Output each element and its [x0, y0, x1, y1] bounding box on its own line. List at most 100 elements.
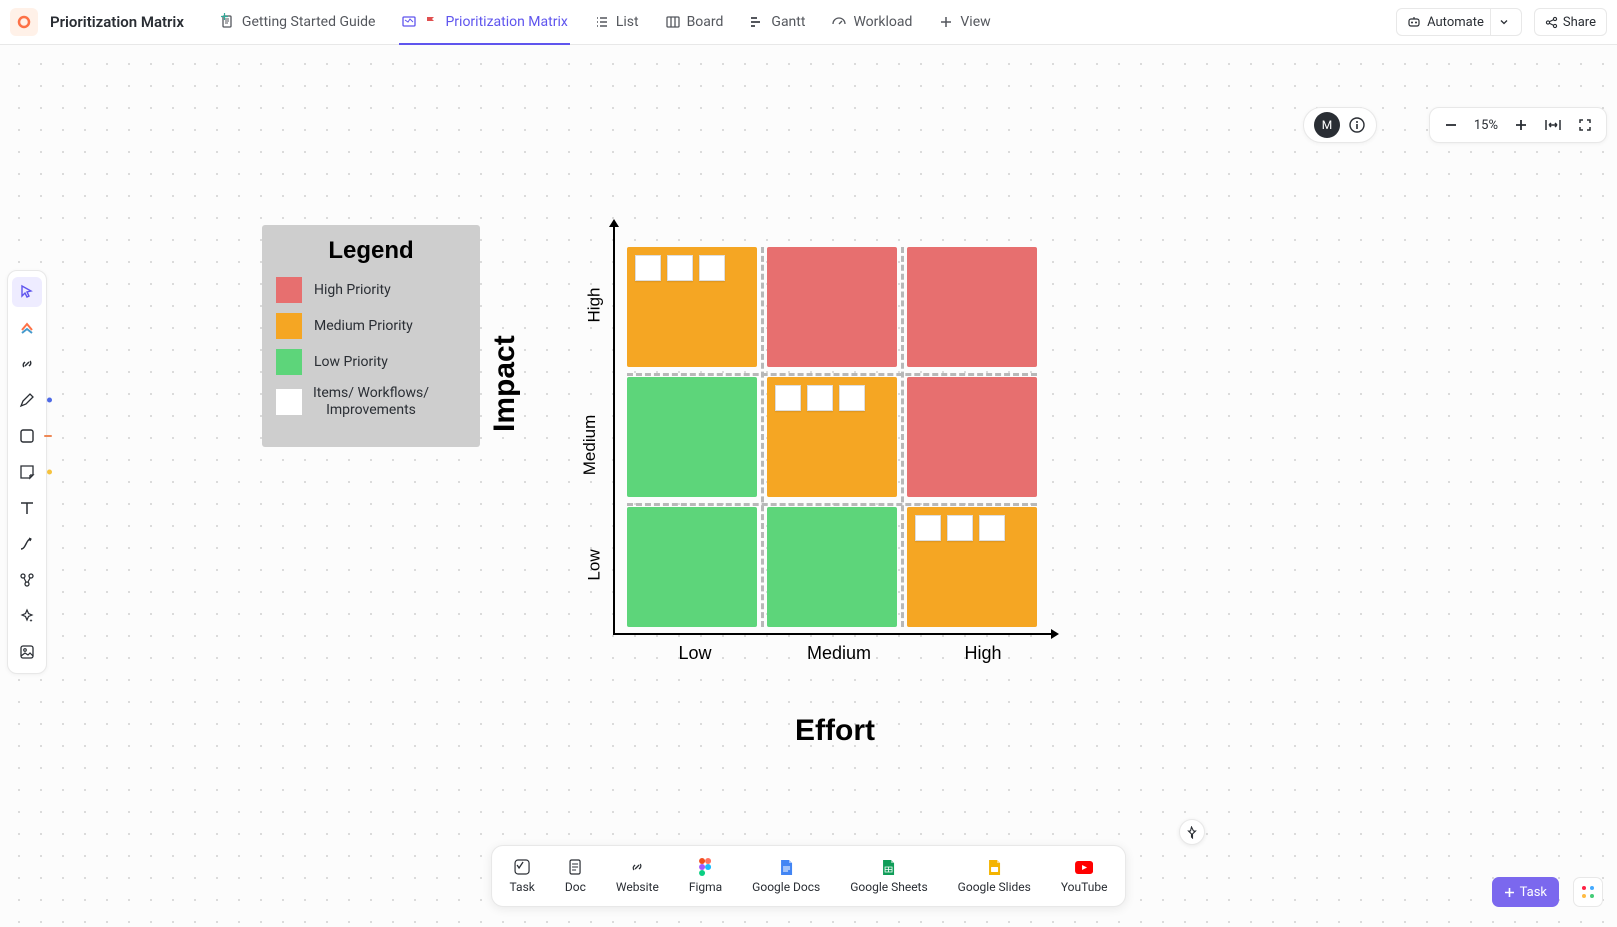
cell-high-low[interactable] [627, 247, 757, 367]
dock-label: Figma [689, 880, 722, 894]
y-axis-title: Impact [488, 335, 522, 432]
chevron-down-icon[interactable] [1490, 9, 1517, 35]
x-axis-title: Effort [615, 714, 1055, 748]
legend-row-low: Low Priority [276, 349, 466, 375]
x-axis-line [613, 633, 1053, 635]
dock-doc[interactable]: Doc [565, 858, 586, 894]
new-task-button[interactable]: Task [1492, 877, 1559, 907]
legend-card[interactable]: Legend High Priority Medium Priority Low… [262, 225, 480, 447]
tool-image[interactable] [12, 637, 42, 667]
matrix-item[interactable] [635, 255, 661, 281]
info-icon[interactable] [1348, 116, 1366, 134]
x-labels: Low Medium High [623, 643, 1055, 664]
bottom-dock: Task Doc Website Figma Google Docs Googl… [491, 845, 1127, 907]
tab-board[interactable]: Board [653, 0, 736, 45]
dock-youtube[interactable]: YouTube [1061, 858, 1108, 894]
tab-prioritization-matrix[interactable]: Prioritization Matrix [389, 0, 579, 45]
matrix-item[interactable] [667, 255, 693, 281]
automate-button[interactable]: Automate [1396, 8, 1522, 36]
figma-icon [697, 858, 715, 876]
automate-label: Automate [1427, 15, 1484, 30]
cell-low-medium[interactable] [767, 507, 897, 627]
cell-high-medium[interactable] [767, 247, 897, 367]
gdocs-icon [777, 858, 795, 876]
legend-label: Medium Priority [314, 318, 413, 334]
fullscreen-button[interactable] [1570, 110, 1600, 140]
view-tabs: Getting Started Guide Prioritization Mat… [208, 0, 1003, 45]
tab-getting-started[interactable]: Getting Started Guide [208, 0, 388, 45]
avatar[interactable]: M [1314, 112, 1340, 138]
cell-medium-medium[interactable] [767, 377, 897, 497]
youtube-icon [1075, 858, 1093, 876]
tool-link[interactable] [12, 349, 42, 379]
tab-gantt[interactable]: Gantt [737, 0, 817, 45]
matrix-item[interactable] [947, 515, 973, 541]
link-icon [628, 858, 646, 876]
share-button[interactable]: Share [1534, 8, 1607, 36]
dock-label: Google Docs [752, 880, 820, 894]
dock-label: Google Sheets [850, 880, 927, 894]
x-label-low: Low [623, 643, 767, 664]
cell-medium-high[interactable] [907, 377, 1037, 497]
legend-row-items: Items/ Workflows/ Improvements [276, 385, 466, 419]
whiteboard-canvas[interactable]: M 15% Legend High Priority Medium Priori… [0, 45, 1617, 927]
x-label-medium: Medium [767, 643, 911, 664]
tab-workload[interactable]: Workload [819, 0, 924, 45]
cell-low-high[interactable] [907, 507, 1037, 627]
legend-row-medium: Medium Priority [276, 313, 466, 339]
zoom-in-button[interactable] [1506, 110, 1536, 140]
tab-list[interactable]: List [582, 0, 651, 45]
pin-dock-button[interactable] [1179, 819, 1205, 845]
app-logo [10, 8, 38, 36]
gslides-icon [985, 858, 1003, 876]
tool-diagram[interactable] [12, 565, 42, 595]
cell-low-low[interactable] [627, 507, 757, 627]
tab-add-view[interactable]: View [926, 0, 1002, 45]
left-toolbar [7, 270, 47, 674]
tab-label: List [616, 14, 639, 30]
tool-connector[interactable] [12, 529, 42, 559]
zoom-out-button[interactable] [1436, 110, 1466, 140]
cell-medium-low[interactable] [627, 377, 757, 497]
dock-gslides[interactable]: Google Slides [958, 858, 1031, 894]
apps-button[interactable] [1573, 877, 1603, 907]
tool-pen[interactable] [12, 385, 42, 415]
tool-ai[interactable] [12, 601, 42, 631]
sticky-color-dot [47, 470, 52, 475]
tool-sticky[interactable] [12, 457, 42, 487]
gantt-icon [749, 14, 765, 30]
matrix-item[interactable] [699, 255, 725, 281]
dock-task[interactable]: Task [510, 858, 535, 894]
y-label-low: Low [585, 549, 605, 580]
tool-select[interactable] [12, 277, 42, 307]
legend-row-high: High Priority [276, 277, 466, 303]
legend-label: High Priority [314, 282, 391, 298]
matrix-item[interactable] [839, 385, 865, 411]
doc-icon [566, 858, 584, 876]
matrix-item[interactable] [807, 385, 833, 411]
matrix-item[interactable] [775, 385, 801, 411]
tool-shape[interactable] [12, 421, 42, 451]
tab-label: Getting Started Guide [242, 14, 376, 30]
matrix-container[interactable]: Impact High Medium Low [555, 225, 1055, 748]
dock-figma[interactable]: Figma [689, 858, 722, 894]
dock-gsheets[interactable]: Google Sheets [850, 858, 927, 894]
cell-high-high[interactable] [907, 247, 1037, 367]
y-label-high: High [584, 288, 604, 323]
fit-width-button[interactable] [1538, 110, 1568, 140]
legend-title: Legend [276, 237, 466, 265]
dock-gdocs[interactable]: Google Docs [752, 858, 820, 894]
tool-text[interactable] [12, 493, 42, 523]
tab-label: Workload [853, 14, 912, 30]
gsheets-icon [880, 858, 898, 876]
matrix-item[interactable] [915, 515, 941, 541]
list-icon [594, 14, 610, 30]
dock-website[interactable]: Website [616, 858, 659, 894]
zoom-controls: 15% [1429, 107, 1607, 143]
y-axis-line [613, 225, 615, 635]
zoom-level[interactable]: 15% [1468, 118, 1504, 133]
dock-label: Doc [565, 880, 586, 894]
tool-clickup[interactable] [12, 313, 42, 343]
matrix-item[interactable] [979, 515, 1005, 541]
board-icon [665, 14, 681, 30]
